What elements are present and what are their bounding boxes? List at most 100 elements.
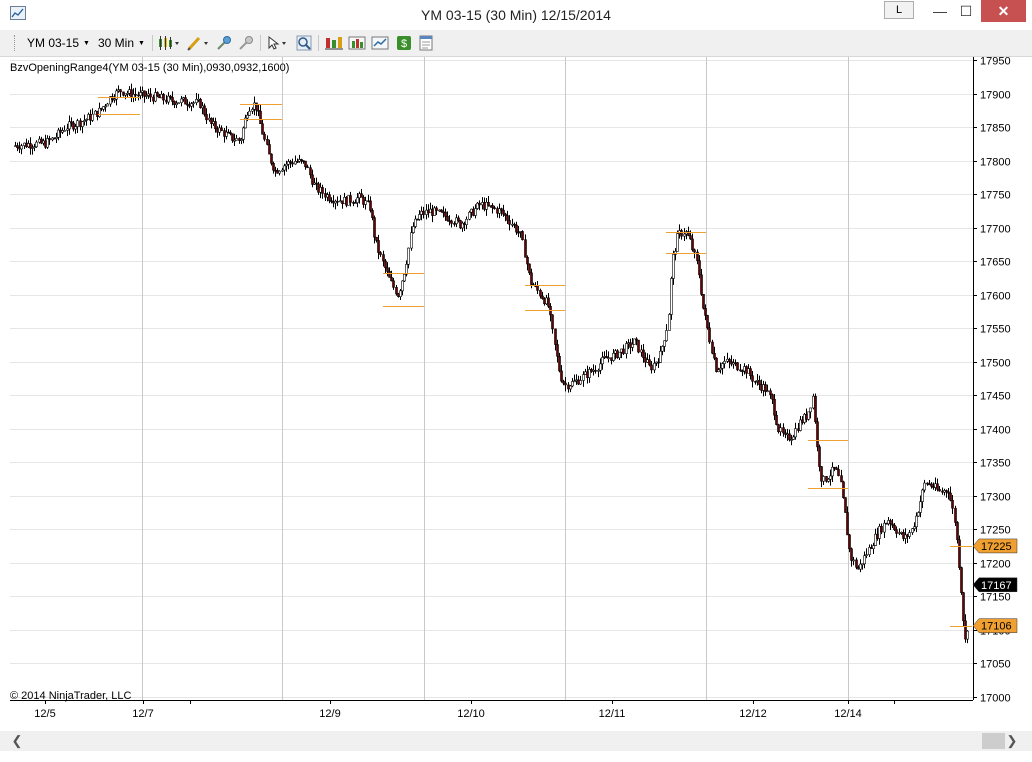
candle-body xyxy=(259,110,262,124)
candle-body xyxy=(661,346,664,352)
data-box-icon[interactable] xyxy=(324,35,344,51)
close-button[interactable]: ✕ xyxy=(981,0,1026,22)
candle-body xyxy=(68,121,71,130)
candle-body xyxy=(371,210,374,218)
candle-body xyxy=(399,290,402,297)
candle-body xyxy=(721,363,724,369)
candle-body xyxy=(769,390,772,395)
candle-body xyxy=(807,411,810,420)
link-letter-button[interactable]: L xyxy=(884,1,914,19)
candle-body xyxy=(444,211,447,217)
period-selector[interactable]: 30 Min ▼ xyxy=(98,36,145,50)
cursor-icon[interactable] xyxy=(266,35,290,51)
zoom-out-icon[interactable] xyxy=(238,35,254,51)
candle-body xyxy=(231,133,234,141)
minimize-button[interactable]: — xyxy=(926,0,954,22)
candle-body xyxy=(908,532,911,537)
candle-body xyxy=(919,501,922,513)
candle-body xyxy=(569,385,572,390)
candle-body xyxy=(48,138,51,141)
candle-body xyxy=(966,630,969,640)
candle-body xyxy=(364,200,367,205)
scroll-thumb[interactable] xyxy=(982,733,1005,749)
horizontal-scrollbar[interactable]: ❮ ❯ xyxy=(0,731,1032,751)
instrument-label: YM 03-15 xyxy=(27,36,80,50)
dollar-icon[interactable]: $ xyxy=(396,35,412,51)
scroll-left-arrow-icon[interactable]: ❮ xyxy=(10,733,24,749)
candle-body xyxy=(915,515,918,528)
candle-body xyxy=(788,433,791,441)
candle-body xyxy=(158,95,161,99)
candle-body xyxy=(831,466,834,477)
candle-body xyxy=(130,89,133,98)
y-tick-label: 17600 xyxy=(980,291,1011,303)
candle-body xyxy=(208,117,211,121)
bar-style-icon[interactable] xyxy=(158,35,180,51)
candle-body xyxy=(229,132,232,135)
chart-panel[interactable]: 17950 17900 17850 17800 17750 17700 17650 17600… xyxy=(0,57,1032,731)
candle-body xyxy=(446,216,449,221)
price-chart[interactable]: 17950 17900 17850 17800 17750 17700 17650 17600… xyxy=(0,57,1032,731)
x-tick-label: 12/12 xyxy=(739,708,767,720)
candle-body xyxy=(392,280,395,288)
candle-body xyxy=(564,382,567,386)
y-tick-label: 17750 xyxy=(980,190,1011,202)
candle-body xyxy=(659,350,662,363)
candle-body xyxy=(266,139,269,145)
candle-body xyxy=(137,94,140,97)
candle-body xyxy=(676,233,679,252)
candle-body xyxy=(100,107,103,110)
candle-body xyxy=(704,308,707,316)
drawing-tools-icon[interactable] xyxy=(186,35,210,51)
y-tick-label: 17450 xyxy=(980,391,1011,403)
y-tick-label: 17150 xyxy=(980,592,1011,604)
y-tick-label: 17500 xyxy=(980,358,1011,370)
svg-text:$: $ xyxy=(401,38,407,50)
candle-body xyxy=(304,160,307,168)
magnifier-icon[interactable] xyxy=(296,35,312,51)
candle-body xyxy=(388,271,391,278)
candle-body xyxy=(852,559,855,562)
toolbar-grip[interactable] xyxy=(14,35,18,51)
candle-body xyxy=(119,89,122,93)
candle-body xyxy=(889,520,892,525)
candle-body xyxy=(895,529,898,534)
line-chart-icon[interactable] xyxy=(371,35,389,51)
bar-chart-icon[interactable] xyxy=(348,35,366,51)
candle-body xyxy=(214,121,217,130)
candle-body xyxy=(382,254,385,262)
candle-body xyxy=(184,97,187,105)
toolbar-separator xyxy=(152,35,153,51)
x-tick-label: 12/7 xyxy=(132,708,153,720)
status-strip xyxy=(0,751,1032,762)
y-tick-label: 17550 xyxy=(980,324,1011,336)
zoom-in-icon[interactable] xyxy=(216,35,232,51)
scroll-right-arrow-icon[interactable]: ❯ xyxy=(1005,733,1019,749)
title-bar[interactable]: YM 03-15 (30 Min) 12/15/2014 L — ☐ ✕ xyxy=(0,0,1032,30)
candle-body xyxy=(379,252,382,255)
candle-body xyxy=(930,483,933,487)
properties-icon[interactable] xyxy=(418,35,434,51)
candle-body xyxy=(962,592,965,622)
candle-body xyxy=(612,352,615,361)
candle-body xyxy=(622,348,625,354)
candle-body xyxy=(79,120,82,127)
y-tick-label: 17800 xyxy=(980,157,1011,169)
candle-body xyxy=(779,427,782,433)
candle-body xyxy=(177,102,180,104)
candle-body xyxy=(670,278,673,315)
candle-body xyxy=(863,555,866,565)
candle-body xyxy=(921,489,924,502)
candle-body xyxy=(958,539,961,568)
candle-body xyxy=(840,475,843,483)
candle-body xyxy=(377,240,380,253)
candle-body xyxy=(410,232,413,249)
candle-body xyxy=(814,395,817,423)
candle-body xyxy=(706,315,709,329)
y-tick-label: 17400 xyxy=(980,425,1011,437)
candle-body xyxy=(782,427,785,434)
maximize-button[interactable]: ☐ xyxy=(952,0,980,22)
candle-body xyxy=(689,235,692,240)
candle-body xyxy=(556,344,559,357)
instrument-selector[interactable]: YM 03-15 ▼ xyxy=(27,36,90,50)
